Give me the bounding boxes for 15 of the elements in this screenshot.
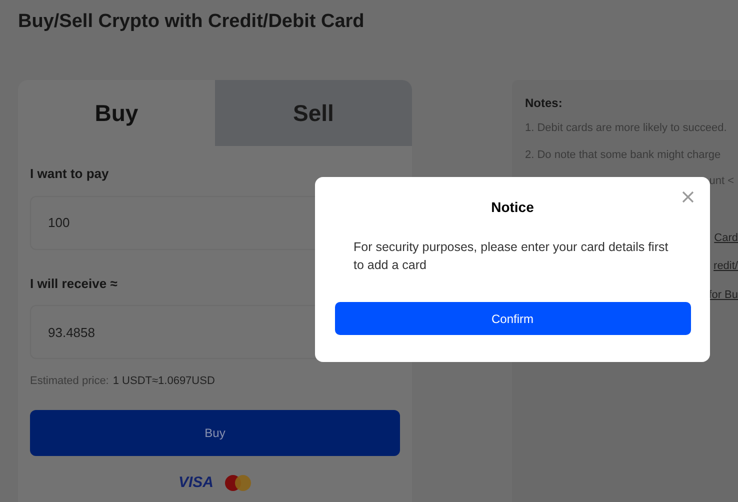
buy-button[interactable]: Buy: [30, 410, 400, 456]
field-label: I will receive ≈: [30, 274, 118, 292]
tab[interactable]: Sell: [215, 80, 412, 146]
note-link[interactable]: redit/: [714, 258, 738, 274]
confirm-button[interactable]: Confirm: [334, 302, 690, 335]
estimate-value: 1 USDT≈1.0697USD: [112, 374, 215, 389]
page-title: Buy/Sell Crypto with Credit/Debit Card: [18, 10, 366, 34]
visa-logo: VISA: [178, 472, 214, 492]
notes-title: Notes:: [525, 95, 564, 112]
dialog-title: Notice: [491, 198, 534, 217]
estimate-label: Estimated price:: [30, 374, 109, 389]
mastercard-icon: [224, 474, 252, 492]
close-icon[interactable]: [682, 191, 694, 203]
note-link[interactable]: Card: [714, 230, 738, 246]
field-label: I want to pay: [30, 165, 110, 183]
